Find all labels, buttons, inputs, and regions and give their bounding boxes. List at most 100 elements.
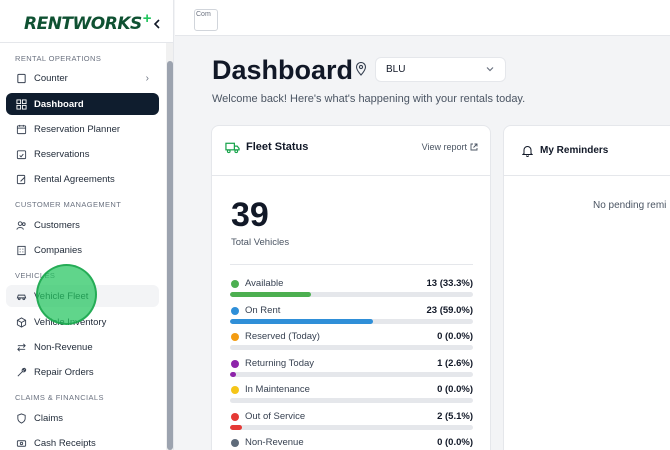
sidebar-item-cash-receipts[interactable]: Cash Receipts bbox=[6, 432, 159, 450]
status-progress-track bbox=[230, 398, 473, 403]
status-progress-fill bbox=[230, 371, 237, 377]
top-bar: Com bbox=[175, 0, 670, 36]
status-dot bbox=[231, 439, 239, 447]
status-count: 0 (0.0%) bbox=[437, 384, 473, 395]
calendar-icon bbox=[16, 124, 27, 135]
sidebar-item-label: Reservations bbox=[34, 148, 90, 160]
status-progress-track bbox=[230, 292, 473, 297]
section-label-rental-operations: RENTAL OPERATIONS bbox=[15, 54, 102, 63]
fleet-status-title: Fleet Status bbox=[246, 141, 309, 153]
fleet-status-row: In Maintenance 0 (0.0%) bbox=[230, 382, 475, 408]
sidebar-item-vehicle-inventory[interactable]: Vehicle Inventory bbox=[6, 311, 159, 333]
reminders-card: My Reminders No pending remi bbox=[503, 125, 670, 450]
page-title: Dashboard bbox=[212, 55, 354, 85]
status-dot bbox=[231, 333, 239, 341]
fleet-divider bbox=[230, 264, 473, 265]
sidebar-item-label: Repair Orders bbox=[34, 366, 94, 378]
location-select[interactable]: BLU bbox=[375, 57, 506, 82]
status-count: 2 (5.1%) bbox=[437, 410, 473, 422]
building-icon bbox=[16, 245, 27, 256]
section-label-claims-financials: CLAIMS & FINANCIALS bbox=[15, 393, 104, 402]
sidebar-item-reservations[interactable]: Reservations bbox=[6, 143, 159, 165]
brand-logo[interactable]: RENTWORKS + bbox=[24, 10, 152, 36]
truck-icon bbox=[225, 142, 240, 154]
fleet-status-row: Out of Service 2 (5.1%) bbox=[230, 409, 475, 435]
chevron-left-icon bbox=[153, 19, 160, 29]
view-report-link[interactable]: View report bbox=[422, 142, 478, 152]
sidebar-item-label: Reservation Planner bbox=[34, 123, 121, 135]
brand-name: RENTWORKS bbox=[24, 14, 142, 34]
sidebar-scroll-thumb[interactable] bbox=[167, 61, 173, 450]
sidebar-item-claims[interactable]: Claims bbox=[6, 407, 159, 429]
sidebar-item-label: Vehicle Inventory bbox=[34, 316, 107, 328]
status-label: Returning Today bbox=[245, 357, 315, 369]
fleet-status-row: Reserved (Today) 0 (0.0%) bbox=[230, 329, 475, 355]
status-dot bbox=[231, 386, 239, 394]
car-icon bbox=[16, 291, 27, 302]
chevron-right-icon: › bbox=[145, 72, 149, 84]
document-edit-icon bbox=[16, 174, 27, 185]
sidebar-item-customers[interactable]: Customers bbox=[6, 214, 159, 236]
status-label: Reserved (Today) bbox=[245, 331, 320, 342]
status-progress-fill bbox=[230, 292, 311, 297]
reminders-empty-message: No pending remi bbox=[593, 200, 667, 211]
section-label-customer-management: CUSTOMER MANAGEMENT bbox=[15, 200, 122, 209]
reminders-title: My Reminders bbox=[540, 145, 609, 156]
wrench-icon bbox=[16, 367, 27, 378]
status-count: 13 (33.3%) bbox=[426, 278, 473, 289]
fleet-status-card: Fleet Status View report 39 Total Vehicl… bbox=[211, 125, 491, 450]
status-dot bbox=[231, 359, 239, 368]
sidebar-item-repair-orders[interactable]: Repair Orders bbox=[6, 361, 159, 383]
box-icon bbox=[16, 316, 27, 328]
sidebar-item-dashboard[interactable]: Dashboard bbox=[6, 93, 159, 115]
fleet-status-row: Returning Today 1 (2.6%) bbox=[230, 356, 475, 382]
reminders-header: My Reminders bbox=[504, 126, 670, 176]
welcome-message: Welcome back! Here's what's happening wi… bbox=[212, 93, 526, 105]
sidebar-nav: RENTAL OPERATIONS Counter › Dashboard Re… bbox=[0, 43, 165, 450]
status-dot bbox=[231, 306, 239, 315]
fleet-status-header: Fleet Status View report bbox=[212, 126, 490, 176]
square-icon bbox=[16, 73, 27, 84]
app-root: RENTWORKS + RENTAL OPERATIONS Counter › … bbox=[0, 0, 670, 450]
sidebar-item-companies[interactable]: Companies bbox=[6, 239, 159, 261]
status-count: 23 (59.0%) bbox=[426, 304, 473, 316]
chevron-down-icon bbox=[486, 67, 494, 72]
sidebar-item-label: Companies bbox=[34, 244, 83, 256]
status-label: Out of Service bbox=[245, 410, 306, 422]
sidebar-item-rental-agreements[interactable]: Rental Agreements bbox=[6, 168, 159, 190]
dashboard-icon bbox=[16, 98, 27, 110]
sidebar-item-label: Rental Agreements bbox=[34, 173, 115, 185]
status-dot bbox=[231, 280, 239, 288]
status-progress-track bbox=[230, 424, 473, 430]
calendar-check-icon bbox=[16, 149, 27, 160]
sidebar-item-label: Claims bbox=[34, 412, 64, 424]
status-label: On Rent bbox=[245, 304, 281, 316]
status-count: 0 (0.0%) bbox=[437, 437, 473, 448]
sidebar-scrollbar[interactable] bbox=[166, 43, 173, 450]
collapse-sidebar-button[interactable] bbox=[150, 15, 164, 33]
view-report-label: View report bbox=[421, 142, 467, 152]
status-label: Available bbox=[245, 278, 284, 289]
sidebar-item-label: Dashboard bbox=[34, 98, 84, 110]
status-label: In Maintenance bbox=[245, 384, 310, 395]
arrows-swap-icon bbox=[16, 342, 27, 353]
status-progress-fill bbox=[230, 318, 374, 324]
sidebar-item-vehicle-fleet[interactable]: Vehicle Fleet bbox=[6, 285, 159, 307]
section-label-vehicles: VEHICLES bbox=[15, 271, 56, 280]
shield-icon bbox=[16, 412, 27, 424]
external-link-icon bbox=[470, 143, 478, 151]
total-vehicles-label: Total Vehicles bbox=[231, 237, 290, 248]
status-label: Non-Revenue bbox=[245, 437, 304, 448]
sidebar-item-counter[interactable]: Counter › bbox=[6, 67, 159, 89]
total-vehicles-count: 39 bbox=[231, 196, 269, 234]
sidebar-item-label: Customers bbox=[34, 219, 80, 231]
status-progress-fill bbox=[230, 424, 243, 430]
sidebar-item-non-revenue[interactable]: Non-Revenue bbox=[6, 336, 159, 358]
location-select-value: BLU bbox=[386, 64, 406, 75]
status-dot bbox=[231, 412, 239, 421]
status-progress-track bbox=[230, 318, 473, 324]
fleet-status-row: Non-Revenue 0 (0.0%) bbox=[230, 435, 475, 450]
users-icon bbox=[16, 220, 27, 231]
status-count: 1 (2.6%) bbox=[437, 357, 473, 369]
sidebar-item-reservation-planner[interactable]: Reservation Planner bbox=[6, 118, 159, 140]
